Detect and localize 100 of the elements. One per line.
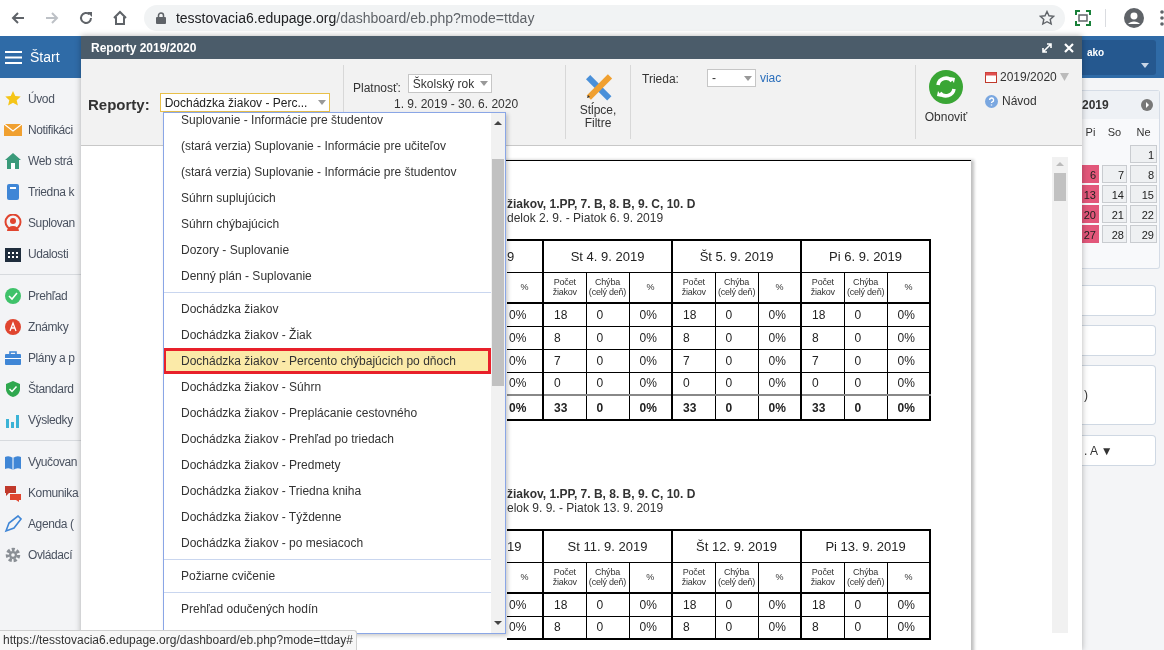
columns-filter-button[interactable]: Stĺpce, Filtre <box>566 59 630 145</box>
sidebar-item[interactable]: Triedna k <box>0 176 80 207</box>
sidebar-item[interactable]: Suplovan <box>0 207 80 238</box>
table-header: Št 5. 9. 2019 <box>672 240 802 272</box>
sidebar-item[interactable]: Udalosti <box>0 238 80 269</box>
calendar-day[interactable]: 13 <box>1082 185 1099 203</box>
calendar-icon <box>985 71 997 83</box>
calendar-day[interactable]: 27 <box>1082 225 1099 243</box>
sidebar-item[interactable]: Štandard <box>0 373 80 404</box>
table-cell: 0% <box>887 303 931 326</box>
sidebar-item[interactable]: Ovládací <box>0 539 80 570</box>
sidebar-item[interactable]: Komunika <box>0 477 80 508</box>
table-cell: 0% <box>887 372 931 395</box>
sidebar-item[interactable]: Známky <box>0 311 80 342</box>
validity-label: Platnosť: <box>353 80 401 97</box>
sidebar-item[interactable]: Web strá <box>0 145 80 176</box>
column-header: % <box>507 562 543 593</box>
caret-icon <box>317 100 326 105</box>
table-cell: 0 <box>672 372 716 395</box>
table-cell: 0% <box>758 349 802 372</box>
account-icon[interactable] <box>1124 8 1144 28</box>
table-cell: 0% <box>507 395 543 420</box>
calendar-day[interactable]: 14 <box>1102 185 1127 203</box>
caret-icon <box>743 75 752 81</box>
frame-icon[interactable] <box>1075 10 1092 26</box>
calendar-day[interactable]: 21 <box>1102 205 1127 223</box>
calendar-day[interactable]: 22 <box>1130 205 1157 223</box>
calendar-day[interactable]: 15 <box>1130 185 1157 203</box>
table-cell: 0% <box>629 326 673 349</box>
table-cell: 8 <box>543 616 586 639</box>
calendar-day[interactable]: 20 <box>1082 205 1099 223</box>
validity-select[interactable]: Školský rok <box>407 74 492 93</box>
scrollbar-thumb[interactable] <box>492 159 504 386</box>
table-cell: 0% <box>629 349 673 372</box>
address-bar[interactable]: tesstovacia6.edupage.org/dashboard/eb.php?mode=ttday <box>143 5 1066 31</box>
table-cell: 7 <box>801 349 845 372</box>
table-header: 9 <box>507 240 543 272</box>
report-select[interactable]: Dochádzka žiakov - Perc... <box>159 93 330 112</box>
lock-icon <box>155 12 166 24</box>
gear-icon <box>4 545 22 564</box>
calendar-day[interactable]: 6 <box>1082 165 1099 183</box>
table-cell: 0% <box>758 303 802 326</box>
sidebar-item[interactable]: Úvod <box>0 83 80 114</box>
calendar-day[interactable]: 29 <box>1130 225 1157 243</box>
close-icon[interactable] <box>1064 42 1074 53</box>
sidebar-item[interactable]: Vyučovan <box>0 446 80 477</box>
sidebar-item[interactable]: Notifikáci <box>0 114 80 145</box>
table-cell: 0 <box>715 372 759 395</box>
pen-icon <box>4 514 22 533</box>
table-cell: 0 <box>715 616 758 639</box>
check-circle-icon <box>4 286 22 305</box>
user-panel[interactable]: ako <box>1082 40 1156 75</box>
calendar-day[interactable]: 28 <box>1102 225 1127 243</box>
refresh-button[interactable]: Obnoviť <box>916 59 976 145</box>
table-cell: 0% <box>629 372 673 395</box>
sidebar-item[interactable]: Plány a p <box>0 342 80 373</box>
table-cell: 0 <box>844 349 888 372</box>
table-header: Št 12. 9. 2019 <box>672 530 802 562</box>
table-cell: 0% <box>629 616 672 639</box>
table-cell: 0% <box>758 372 802 395</box>
back-icon[interactable] <box>10 10 26 26</box>
class-select[interactable]: - <box>706 69 756 87</box>
sidebar-item[interactable]: Výsledky <box>0 404 80 435</box>
table-cell: 8 <box>672 326 716 349</box>
calendar-day[interactable]: 1 <box>1130 145 1157 163</box>
calendar-day[interactable]: 7 <box>1102 165 1127 183</box>
table-cell: 0% <box>629 593 672 616</box>
column-header: Chýba (celý deň) <box>844 272 888 303</box>
scrollbar[interactable] <box>491 113 505 633</box>
validity-range: 1. 9. 2019 - 30. 6. 2020 <box>394 97 520 111</box>
star-icon[interactable] <box>1039 10 1056 26</box>
sidebar-item[interactable]: Prehľad <box>0 280 80 311</box>
help-link[interactable]: Návod <box>985 92 1069 110</box>
table-cell: 0 <box>844 303 888 326</box>
year-select[interactable]: 2019/2020 <box>985 68 1069 86</box>
expand-icon[interactable] <box>1042 42 1052 53</box>
table-cell: 0 <box>586 372 629 395</box>
table-cell: 0 <box>586 349 629 372</box>
table-cell: 0 <box>715 593 758 616</box>
dropdown-option[interactable]: Suplovanie - Informácie pre študentov <box>164 113 491 133</box>
column-header: Počet žiakov <box>801 562 845 593</box>
sidebar-item[interactable]: Agenda ( <box>0 508 80 539</box>
help-icon <box>985 94 998 108</box>
table-cell: 0 <box>844 616 888 639</box>
calendar-year: 2019 <box>1082 97 1109 114</box>
next-icon[interactable] <box>1141 99 1153 111</box>
scrollbar-thumb[interactable] <box>1054 173 1066 201</box>
home-icon[interactable] <box>111 10 128 26</box>
report-subtitle: delok 2. 9. - Piatok 6. 9. 2019 <box>507 211 665 225</box>
house-icon <box>4 151 22 170</box>
column-header: % <box>507 272 543 303</box>
more-link[interactable]: viac <box>759 69 782 87</box>
person-icon <box>4 213 22 232</box>
scrollbar[interactable] <box>1052 157 1068 633</box>
star-icon <box>4 89 22 108</box>
reload-icon[interactable] <box>77 10 94 26</box>
dropdown-option[interactable]: Dochádzka žiakov - Percento chýbajúcich po dňoch <box>164 348 491 374</box>
table-cell: 0% <box>887 349 931 372</box>
calendar-day[interactable]: 8 <box>1130 165 1157 183</box>
more-icon[interactable] <box>1160 10 1164 26</box>
